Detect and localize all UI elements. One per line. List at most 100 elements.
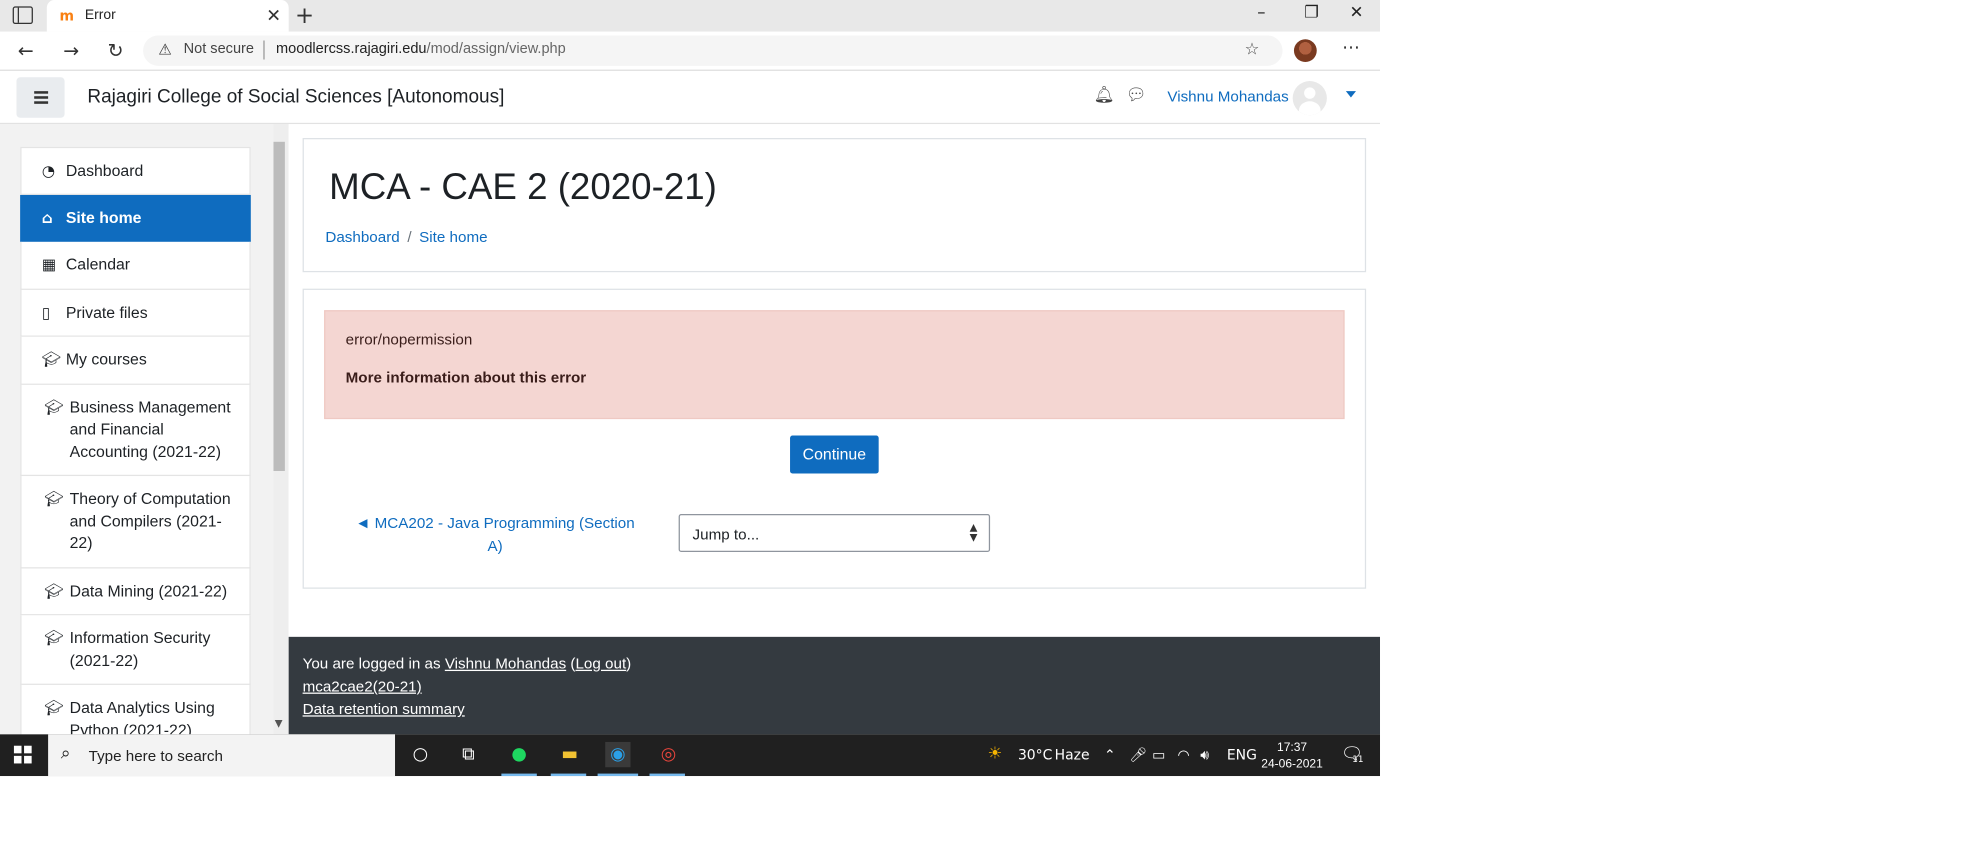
- jump-to-select[interactable]: Jump to... ▲ ▼: [678, 514, 991, 553]
- screenshot-area: m Error ✕ + – ❐ ✕ ← → ↻ ⚠ Not secure moo…: [0, 0, 1381, 777]
- file-icon: ▯: [41, 303, 51, 321]
- notifications-bell-icon[interactable]: 🔔︎: [1094, 86, 1115, 105]
- task-view-icon[interactable]: ⧉: [456, 742, 481, 767]
- previous-activity-link[interactable]: ◄ MCA202 - Java Programming (Section A): [355, 513, 636, 557]
- sidebar-item-label: Private files: [65, 303, 148, 321]
- minimize-icon[interactable]: –: [1257, 4, 1265, 23]
- sidebar-item-site-home[interactable]: ⌂ Site home: [20, 194, 251, 242]
- clock-date: 24-06-2021: [1261, 757, 1323, 772]
- breadcrumb-dashboard[interactable]: Dashboard: [325, 228, 399, 246]
- taskbar-clock[interactable]: 17:37 24-06-2021: [1257, 739, 1327, 772]
- moodle-favicon-icon: m: [59, 7, 75, 25]
- data-retention-link[interactable]: Data retention summary: [303, 700, 465, 718]
- edge-active-indicator: [597, 773, 639, 777]
- error-more-info-link[interactable]: More information about this error: [346, 368, 587, 386]
- close-window-icon[interactable]: ✕: [1350, 4, 1364, 23]
- sidebar-course-item[interactable]: 🎓︎ Information Security (2021-22): [20, 615, 251, 685]
- spotify-icon[interactable]: ●: [506, 742, 531, 767]
- browser-tab[interactable]: m Error ✕: [46, 0, 289, 32]
- graduation-cap-icon: 🎓︎: [44, 629, 64, 647]
- battery-icon[interactable]: ▭: [1152, 747, 1165, 763]
- nav-drawer: ◔ Dashboard ⌂ Site home ▦ Calendar ▯ Pri…: [0, 124, 289, 735]
- select-arrows-icon: ▲ ▼: [969, 521, 978, 544]
- more-options-icon[interactable]: ⋯: [1342, 38, 1360, 58]
- sidebar-item-dashboard[interactable]: ◔ Dashboard: [20, 146, 251, 195]
- warning-icon: ⚠: [158, 40, 172, 59]
- logout-link[interactable]: Log out: [575, 655, 626, 673]
- jump-to-value: Jump to...: [692, 525, 760, 544]
- weather-icon[interactable]: ☀: [988, 744, 1003, 763]
- volume-icon[interactable]: 🔊︎: [1200, 747, 1209, 765]
- footer-course-link[interactable]: mca2cae2(20-21): [303, 677, 422, 695]
- new-tab-icon[interactable]: +: [295, 3, 314, 30]
- sidebar-item-calendar[interactable]: ▦ Calendar: [20, 241, 251, 290]
- login-prefix: You are logged in as: [302, 654, 441, 673]
- error-alert: error/nopermission More information abou…: [324, 310, 1345, 420]
- scroll-down-icon[interactable]: ▼: [275, 718, 283, 729]
- calendar-icon: ▦: [41, 255, 57, 274]
- browser-profile-avatar[interactable]: [1293, 39, 1317, 63]
- breadcrumb-site-home[interactable]: Site home: [419, 228, 487, 246]
- windows-start-icon[interactable]: [13, 745, 32, 764]
- chevron-down-icon[interactable]: [1345, 91, 1356, 98]
- course-label: Data Analytics Using Python (2021-22): [69, 698, 215, 735]
- url-text: moodlercss.rajagiri.edu/mod/assign/view.…: [276, 42, 566, 57]
- restore-icon[interactable]: ❐: [1304, 4, 1319, 23]
- drawer-scrollbar-thumb[interactable]: [273, 141, 285, 471]
- url-divider: [263, 40, 265, 60]
- weather-text[interactable]: Haze: [1055, 747, 1090, 763]
- weather-temp[interactable]: 30°C: [1018, 747, 1052, 763]
- messages-icon[interactable]: 💬︎: [1126, 86, 1147, 105]
- file-explorer-icon[interactable]: ▬: [557, 742, 582, 767]
- sidebar-course-item[interactable]: 🎓︎ Theory of Computation and Compilers (…: [20, 476, 251, 568]
- add-favorite-icon[interactable]: ☆: [1245, 41, 1260, 60]
- address-bar-row: ← → ↻ ⚠ Not secure moodlercss.rajagiri.e…: [0, 31, 1381, 71]
- language-indicator[interactable]: ENG: [1227, 747, 1257, 763]
- explorer-active-indicator: [550, 773, 587, 777]
- sidebar-item-label: Site home: [65, 208, 142, 226]
- graduation-cap-icon: 🎓︎: [44, 698, 64, 717]
- back-icon[interactable]: ←: [18, 39, 34, 62]
- show-hidden-icons-icon[interactable]: ⌃: [1104, 747, 1116, 763]
- continue-button[interactable]: Continue: [790, 435, 879, 474]
- sidebar-course-item[interactable]: 🎓︎ Data Analytics Using Python (2021-22): [20, 684, 251, 735]
- chrome-icon[interactable]: ◎: [656, 742, 681, 767]
- footer-course-line: mca2cae2(20-21): [303, 677, 422, 695]
- graduation-cap-icon: 🎓︎: [44, 398, 64, 416]
- sidebar-course-item[interactable]: 🎓︎ Business Management and Financial Acc…: [20, 384, 251, 477]
- notification-count-badge: 11: [1352, 754, 1364, 765]
- footer-user-link[interactable]: Vishnu Mohandas: [445, 655, 566, 673]
- site-name[interactable]: Rajagiri College of Social Sciences [Aut…: [87, 86, 504, 108]
- user-avatar[interactable]: [1292, 81, 1327, 116]
- breadcrumb-separator: /: [407, 227, 412, 246]
- refresh-icon[interactable]: ↻: [108, 39, 124, 62]
- sidebar-course-item[interactable]: 🎓︎ Data Mining (2021-22): [20, 567, 251, 616]
- spotify-active-indicator: [501, 773, 537, 777]
- main-region: MCA - CAE 2 (2020-21) Dashboard / Site hom…: [288, 124, 1381, 637]
- dashboard-icon: ◔: [41, 162, 56, 180]
- page-title: MCA - CAE 2 (2020-21): [329, 167, 717, 208]
- url-input[interactable]: ⚠ Not secure moodlercss.rajagiri.edu/mod…: [143, 35, 1283, 66]
- drawer-toggle-button[interactable]: [16, 77, 65, 118]
- close-tab-icon[interactable]: ✕: [266, 5, 281, 25]
- graduation-cap-icon: 🎓︎: [41, 350, 62, 369]
- footer-retention-line: Data retention summary: [303, 700, 465, 718]
- sidebar-item-label: My courses: [65, 350, 147, 369]
- forward-icon[interactable]: →: [63, 39, 79, 62]
- tab-actions-icon[interactable]: [12, 6, 33, 25]
- clock-time: 17:37: [1277, 740, 1308, 755]
- edge-icon[interactable]: ◉: [605, 741, 631, 768]
- sidebar-item-private-files[interactable]: ▯ Private files: [20, 289, 251, 337]
- cortana-icon[interactable]: ○: [408, 742, 433, 767]
- url-path: /mod/assign/view.php: [426, 41, 566, 57]
- user-menu-name[interactable]: Vishnu Mohandas: [1167, 87, 1288, 105]
- taskbar-search-input[interactable]: ⌕ Type here to search: [48, 734, 396, 777]
- home-icon: ⌂: [41, 208, 53, 226]
- graduation-cap-icon: 🎓︎: [44, 489, 64, 508]
- login-info: You are logged in as Vishnu Mohandas (Lo…: [302, 654, 632, 673]
- sidebar-item-my-courses[interactable]: 🎓︎ My courses: [20, 336, 251, 385]
- microphone-icon[interactable]: 🎤︎: [1129, 747, 1147, 763]
- page-footer: You are logged in as Vishnu Mohandas (Lo…: [288, 636, 1381, 735]
- wifi-icon[interactable]: ◠: [1177, 747, 1189, 763]
- windows-taskbar: ⌕ Type here to search ○ ⧉ ● ▬ ◉ ◎ ☀ 30°C…: [0, 734, 1381, 777]
